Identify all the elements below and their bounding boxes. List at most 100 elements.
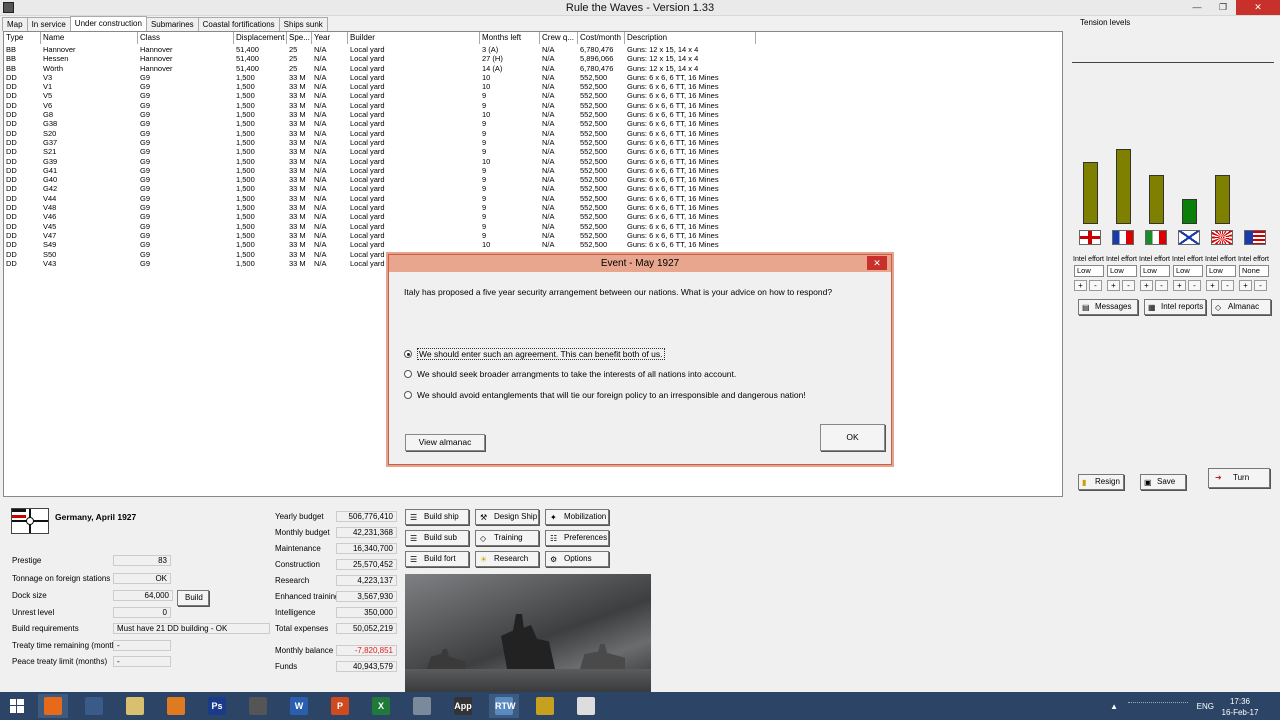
intel-decrease-button[interactable]: - xyxy=(1089,280,1102,291)
taskbar-app-anchor[interactable] xyxy=(407,694,437,718)
table-row[interactable]: DD V45 G9 1,500 33 M N/A Local yard 9 N/A 552,500… xyxy=(4,222,1062,231)
build-sub-button[interactable]: ☰ Build sub xyxy=(405,530,469,546)
column-header[interactable]: Cost/month xyxy=(578,32,625,44)
taskbar-app-paper[interactable] xyxy=(571,694,601,718)
intel-reports-button[interactable]: ▦ Intel reports xyxy=(1144,299,1206,315)
table-row[interactable]: DD G38 G9 1,500 33 M N/A Local yard 9 N/A 552,500… xyxy=(4,119,1062,128)
response-option[interactable]: We should enter such an agreement. This … xyxy=(404,348,665,360)
intel-increase-button[interactable]: + xyxy=(1107,280,1120,291)
table-row[interactable]: DD G41 G9 1,500 33 M N/A Local yard 9 N/A 552,500… xyxy=(4,166,1062,175)
table-row[interactable]: DD V44 G9 1,500 33 M N/A Local yard 9 N/A 552,500… xyxy=(4,194,1062,203)
response-option[interactable]: We should avoid entanglements that will … xyxy=(404,390,806,400)
table-row[interactable]: DD V3 G9 1,500 33 M N/A Local yard 10 N/A 552,500… xyxy=(4,73,1062,82)
minimize-button[interactable]: — xyxy=(1184,0,1210,15)
table-row[interactable]: DD G8 G9 1,500 33 M N/A Local yard 10 N/A 552,500… xyxy=(4,110,1062,119)
radio-button[interactable] xyxy=(404,370,412,378)
table-row[interactable]: BB Hessen Hannover 51,400 25 N/A Local yard 27 … xyxy=(4,54,1062,63)
tray-icons[interactable] xyxy=(1128,702,1188,710)
intel-decrease-button[interactable]: - xyxy=(1221,280,1234,291)
tab-submarines[interactable]: Submarines xyxy=(145,17,199,31)
intel-increase-button[interactable]: + xyxy=(1206,280,1219,291)
language-indicator[interactable]: ENG xyxy=(1197,702,1214,711)
intel-increase-button[interactable]: + xyxy=(1074,280,1087,291)
column-header[interactable]: Description xyxy=(625,32,756,44)
intel-decrease-button[interactable]: - xyxy=(1155,280,1168,291)
close-button[interactable]: ✕ xyxy=(1236,0,1280,15)
training-button[interactable]: ◇ Training xyxy=(475,530,539,546)
taskbar-app-ps[interactable]: Ps xyxy=(202,694,232,718)
intel-increase-button[interactable]: + xyxy=(1239,280,1252,291)
taskbar-app-headset[interactable] xyxy=(530,694,560,718)
view-almanac-button[interactable]: View almanac xyxy=(405,434,485,451)
table-row[interactable]: DD V1 G9 1,500 33 M N/A Local yard 10 N/A 552,500… xyxy=(4,82,1062,91)
column-header[interactable]: Class xyxy=(138,32,234,44)
tray-expand-icon[interactable]: ▲ xyxy=(1110,702,1118,711)
build-ship-button[interactable]: ☰ Build ship xyxy=(405,509,469,525)
save-button[interactable]: ▣ Save xyxy=(1140,474,1186,490)
almanac-button[interactable]: ◇ Almanac xyxy=(1211,299,1271,315)
taskbar-app-blender[interactable] xyxy=(161,694,191,718)
taskbar-app-p[interactable]: P xyxy=(325,694,355,718)
taskbar-app-files[interactable] xyxy=(120,694,150,718)
tab-map[interactable]: Map xyxy=(2,17,28,31)
column-header[interactable]: Displacement xyxy=(234,32,287,44)
taskbar-app-app[interactable]: App xyxy=(448,694,478,718)
table-row[interactable]: DD V46 G9 1,500 33 M N/A Local yard 9 N/A 552,500… xyxy=(4,212,1062,221)
options-button[interactable]: ⚙ Options xyxy=(545,551,609,567)
messages-button[interactable]: ▤ Messages xyxy=(1078,299,1138,315)
ok-button[interactable]: OK xyxy=(820,424,885,451)
taskbar-app-x[interactable]: X xyxy=(366,694,396,718)
table-row[interactable]: DD G37 G9 1,500 33 M N/A Local yard 9 N/A 552,500… xyxy=(4,138,1062,147)
resign-button[interactable]: ▮ Resign xyxy=(1078,474,1124,490)
table-row[interactable]: DD G42 G9 1,500 33 M N/A Local yard 9 N/A 552,500… xyxy=(4,184,1062,193)
intel-effort-label: Intel effort xyxy=(1172,256,1204,263)
tab-in-service[interactable]: In service xyxy=(26,17,71,31)
column-header[interactable]: Months left xyxy=(480,32,540,44)
table-row[interactable]: DD V47 G9 1,500 33 M N/A Local yard 9 N/A 552,500… xyxy=(4,231,1062,240)
intel-decrease-button[interactable]: - xyxy=(1188,280,1201,291)
taskbar-app-rtw[interactable]: RTW xyxy=(489,694,519,718)
table-row[interactable]: DD V48 G9 1,500 33 M N/A Local yard 9 N/A 552,500… xyxy=(4,203,1062,212)
design-ship-button[interactable]: ⚒ Design Ship xyxy=(475,509,539,525)
column-header[interactable]: Type xyxy=(4,32,41,44)
intel-decrease-button[interactable]: - xyxy=(1122,280,1135,291)
taskbar-app-steam[interactable] xyxy=(79,694,109,718)
intel-decrease-button[interactable]: - xyxy=(1254,280,1267,291)
table-row[interactable]: DD G39 G9 1,500 33 M N/A Local yard 10 N/A 552,50… xyxy=(4,157,1062,166)
column-header[interactable]: Builder xyxy=(348,32,480,44)
dialog-close-button[interactable]: ✕ xyxy=(867,256,887,270)
table-row[interactable]: DD S49 G9 1,500 33 M N/A Local yard 10 N/A 552,50… xyxy=(4,240,1062,249)
research-button[interactable]: ☀ Research xyxy=(475,551,539,567)
clock-date[interactable]: 16-Feb-17 xyxy=(1220,708,1260,717)
column-header[interactable]: Crew q... xyxy=(540,32,578,44)
taskbar-app-firefox[interactable] xyxy=(38,694,68,718)
table-row[interactable]: DD S20 G9 1,500 33 M N/A Local yard 9 N/A 552,500… xyxy=(4,129,1062,138)
radio-button[interactable] xyxy=(404,391,412,399)
tab-coastal-fortifications[interactable]: Coastal fortifications xyxy=(197,17,280,31)
tab-ships-sunk[interactable]: Ships sunk xyxy=(278,17,328,31)
table-row[interactable]: DD V6 G9 1,500 33 M N/A Local yard 9 N/A 552,500 G… xyxy=(4,101,1062,110)
intel-increase-button[interactable]: + xyxy=(1140,280,1153,291)
preferences-button[interactable]: ☷ Preferences xyxy=(545,530,609,546)
table-row[interactable]: DD V5 G9 1,500 33 M N/A Local yard 9 N/A 552,500 G… xyxy=(4,91,1062,100)
table-row[interactable]: BB Wörth Hannover 51,400 25 N/A Local yard 14 (… xyxy=(4,64,1062,73)
taskbar-app-w[interactable]: W xyxy=(284,694,314,718)
table-row[interactable]: DD G40 G9 1,500 33 M N/A Local yard 9 N/A 552,500… xyxy=(4,175,1062,184)
column-header[interactable]: Spe... xyxy=(287,32,312,44)
clock-time[interactable]: 17:36 xyxy=(1220,697,1260,706)
intel-increase-button[interactable]: + xyxy=(1173,280,1186,291)
restore-button[interactable]: ❐ xyxy=(1210,0,1236,15)
dock-build-button[interactable]: Build xyxy=(177,590,209,606)
mobilization-button[interactable]: ✦ Mobilization xyxy=(545,509,609,525)
column-header[interactable]: Year xyxy=(312,32,348,44)
build-fort-button[interactable]: ☰ Build fort xyxy=(405,551,469,567)
radio-button[interactable] xyxy=(404,350,412,358)
response-option[interactable]: We should seek broader arrangments to ta… xyxy=(404,369,736,379)
column-header[interactable]: Name xyxy=(41,32,138,44)
windows-start-icon[interactable] xyxy=(10,699,24,713)
taskbar-app-inkscape[interactable] xyxy=(243,694,273,718)
tab-under-construction[interactable]: Under construction xyxy=(69,16,147,31)
table-row[interactable]: BB Hannover Hannover 51,400 25 N/A Local yard 3… xyxy=(4,45,1062,54)
table-row[interactable]: DD S21 G9 1,500 33 M N/A Local yard 9 N/A 552,500… xyxy=(4,147,1062,156)
turn-button[interactable]: ➜ Turn xyxy=(1208,468,1270,488)
